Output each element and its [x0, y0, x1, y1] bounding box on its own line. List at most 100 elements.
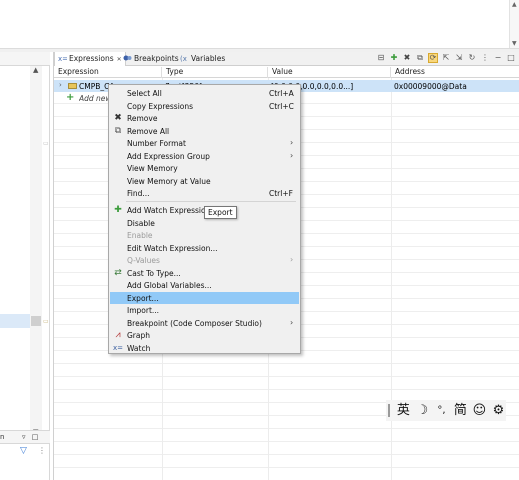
menu-item-label: Copy Expressions [127, 101, 194, 111]
breakpoints-icon [123, 55, 132, 61]
menu-item-find[interactable]: Find... Ctrl+F [110, 187, 299, 200]
scroll-thumb[interactable] [31, 316, 41, 326]
submenu-arrow-icon: › [290, 150, 294, 160]
ime-moon-icon[interactable]: ☽ [415, 402, 430, 419]
continuous-refresh-icon[interactable]: ⟳ [428, 53, 438, 63]
menu-item-graph[interactable]: ⩘ Graph [110, 329, 299, 342]
menu-item-label: Remove [127, 114, 158, 123]
export-icon[interactable]: ⇱ [441, 53, 451, 63]
more-icon[interactable]: ⋮ [38, 446, 46, 455]
ime-language-icon[interactable]: 英 [396, 402, 411, 419]
maximize-icon[interactable]: □ [506, 53, 516, 63]
marker-icon: ▭ [43, 140, 49, 147]
cast-type-icon: ⇄ [114, 267, 122, 278]
menu-item-shortcut: Ctrl+F [269, 189, 293, 198]
menu-item-q-values: Q-Values › [110, 254, 299, 267]
menu-item-import[interactable]: Import... [110, 304, 299, 317]
menu-item-add-global-variables[interactable]: Add Global Variables... [110, 279, 299, 292]
ime-punctuation-icon[interactable]: °, [434, 402, 449, 419]
menu-item-label: Enable [127, 231, 153, 240]
menu-item-label: Add Expression Group [127, 151, 210, 161]
editor-area: ▲ ▼ [0, 0, 519, 48]
left-panel: ▲ ▼ ▭ ▭ n ▿ □ ▽ ⋮ [0, 52, 50, 480]
array-icon [68, 83, 77, 89]
view-menu-icon[interactable]: ⋮ [480, 53, 490, 63]
add-expression-icon[interactable]: ✚ [389, 53, 399, 63]
column-address[interactable]: Address [391, 67, 519, 78]
menu-item-shortcut: Ctrl+C [269, 101, 294, 111]
menu-item-label: View Memory at Value [127, 176, 211, 186]
import-icon[interactable]: ⇲ [454, 53, 464, 63]
svg-text:x=: x= [58, 55, 67, 62]
tab-expressions[interactable]: x= Expressions ✕ [54, 52, 126, 66]
ime-settings-icon[interactable]: ⚙ [491, 402, 506, 419]
submenu-arrow-icon: › [290, 255, 294, 264]
marker-icon: ▭ [43, 318, 49, 325]
tab-label: Expressions [69, 54, 114, 63]
tab-fragment[interactable]: n [0, 433, 4, 441]
menu-item-label: Cast To Type... [127, 268, 181, 278]
left-scrollbar[interactable]: ▲ ▼ [30, 66, 42, 436]
menu-item-label: Number Format [127, 139, 186, 148]
menu-item-number-format[interactable]: Number Format › [110, 137, 299, 150]
add-plus-icon: ✚ [114, 205, 122, 215]
context-menu: Select All Ctrl+A Copy Expressions Ctrl+C … [108, 84, 301, 354]
column-type[interactable]: Type [162, 67, 268, 78]
tab-breakpoints[interactable]: Breakpoints [120, 52, 182, 66]
add-new-label[interactable]: Add new [79, 94, 109, 103]
expand-icon[interactable]: › [59, 81, 62, 89]
menu-item-watch[interactable]: x= Watch [110, 342, 299, 355]
remove-all-icon[interactable]: ⧉ [415, 53, 425, 63]
editor-scrollbar[interactable]: ▲ ▼ [509, 0, 519, 48]
column-expression[interactable]: Expression [54, 67, 162, 78]
remove-x-icon: ✖ [114, 113, 122, 123]
menu-item-select-all[interactable]: Select All Ctrl+A [110, 87, 299, 100]
menu-item-export[interactable]: Export... [110, 291, 299, 304]
menu-item-copy-expressions[interactable]: Copy Expressions Ctrl+C [110, 100, 299, 113]
filter-icon[interactable]: ▽ [20, 446, 27, 456]
column-header: Expression Type Value Address [54, 66, 519, 78]
menu-item-label: Q-Values [127, 256, 160, 265]
submenu-arrow-icon: › [290, 138, 294, 147]
menu-item-view-memory-at-value[interactable]: View Memory at Value [110, 175, 299, 188]
ime-grip[interactable] [388, 404, 390, 417]
menu-item-edit-watch-expression[interactable]: Edit Watch Expression... [110, 242, 299, 255]
scroll-down-icon[interactable]: ▼ [512, 40, 517, 47]
column-value[interactable]: Value [268, 67, 391, 78]
menu-item-add-expression-group[interactable]: Add Expression Group › [110, 150, 299, 163]
remove-icon[interactable]: ✖ [402, 53, 412, 63]
add-plus-icon: + [66, 92, 75, 103]
tab-variables[interactable]: (x Variables [177, 52, 228, 66]
menu-item-enable: Enable [110, 229, 299, 242]
menu-item-breakpoint[interactable]: Breakpoint (Code Composer Studio) › [110, 317, 299, 330]
remove-all-icon: ⧉ [114, 125, 122, 136]
variables-icon: (x [180, 55, 187, 62]
scroll-up-icon[interactable]: ▲ [512, 1, 517, 8]
menu-item-label: Remove All [127, 126, 170, 136]
menu-item-label: Export... [127, 293, 159, 303]
menu-item-view-memory[interactable]: View Memory [110, 162, 299, 175]
menu-item-label: Graph [127, 331, 151, 340]
menu-item-label: Import... [127, 306, 160, 315]
scroll-up-icon[interactable]: ▲ [33, 66, 38, 74]
menu-item-label: Breakpoint (Code Composer Studio) [127, 318, 262, 328]
collapse-all-icon[interactable]: ⊟ [376, 53, 386, 63]
left-bottom-header: n ▿ □ [0, 430, 50, 444]
row-address: 0x00009000@Data [394, 82, 467, 91]
menu-item-shortcut: Ctrl+A [269, 89, 294, 98]
menu-item-cast-to-type[interactable]: ⇄ Cast To Type... [110, 267, 299, 280]
watch-icon: x= [113, 343, 124, 352]
menu-item-label: Edit Watch Expression... [127, 243, 218, 253]
view-menu-icon[interactable]: ▿ □ [22, 433, 40, 441]
ime-emoji-icon[interactable]: ☺ [472, 402, 487, 419]
refresh-icon[interactable]: ↻ [467, 53, 477, 63]
left-panel-header [0, 52, 50, 66]
menu-item-label: Add Global Variables... [127, 281, 212, 290]
left-selected-row[interactable] [0, 314, 30, 328]
ime-simplified-icon[interactable]: 简 [453, 402, 468, 419]
minimize-icon[interactable]: − [493, 53, 503, 63]
graph-icon: ⩘ [115, 330, 121, 340]
menu-item-remove-all[interactable]: ⧉ Remove All [110, 125, 299, 138]
menu-item-remove[interactable]: ✖ Remove [110, 112, 299, 125]
menu-item-label: Select All [127, 89, 162, 98]
